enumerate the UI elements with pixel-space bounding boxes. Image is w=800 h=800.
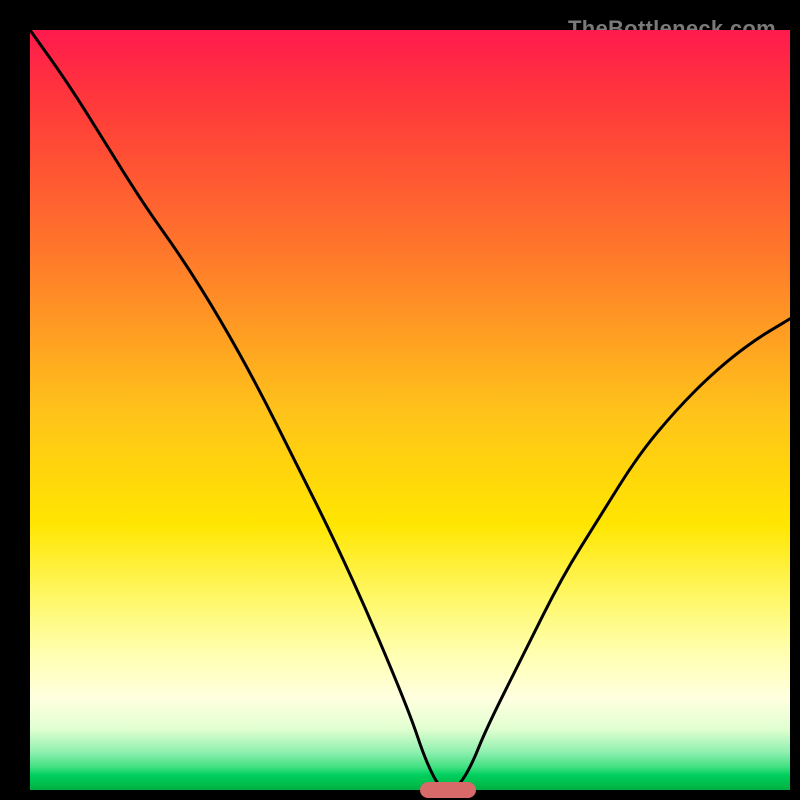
bottleneck-curve <box>30 30 790 790</box>
plot-area <box>30 30 790 790</box>
chart-frame: TheBottleneck.com <box>10 10 790 790</box>
optimal-marker-icon <box>420 782 476 798</box>
